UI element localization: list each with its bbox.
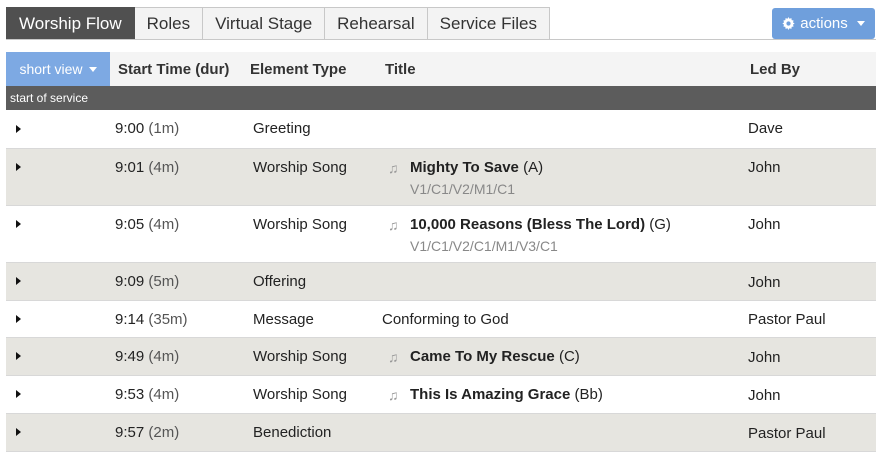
song-title-cell[interactable]: Mighty To Save (A) V1/C1/V2/M1/C1 [410,159,543,198]
song-arrangement: V1/C1/V2/C1/M1/V3/C1 [410,238,558,254]
element-title: Conforming to God [382,311,509,328]
header-start-time: Start Time (dur) [118,60,230,78]
led-by: John [748,216,781,233]
table-row[interactable]: 9:09 (5m) Offering John [6,263,876,301]
caret-right-icon[interactable] [16,390,21,398]
actions-label: actions [800,15,848,32]
song-arrangement: V1/C1/V2/M1/C1 [410,181,516,197]
song-title[interactable]: Came To My Rescue [410,348,555,365]
caret-right-icon[interactable] [16,220,21,228]
element-type: Greeting [253,120,311,137]
element-type: Benediction [253,424,332,441]
tabs-divider [6,39,876,40]
actions-button[interactable]: actions [772,8,875,39]
table-row[interactable]: 9:14 (35m) Message Conforming to God Pas… [6,301,876,338]
music-note-icon: ♫ [388,387,399,403]
caret-right-icon[interactable] [16,163,21,171]
section-header: start of service [6,86,876,110]
song-title[interactable]: 10,000 Reasons (Bless The Lord) [410,216,645,233]
song-key: (C) [558,348,580,365]
table-row[interactable]: 9:53 (4m) Worship Song ♫ This Is Amazing… [6,376,876,414]
chevron-down-icon [856,21,865,26]
led-by: Dave [748,120,784,137]
header-led-by: Led By [750,60,801,78]
element-type: Message [253,311,314,328]
gear-icon [782,17,795,30]
start-time: 9:49 (4m) [115,348,180,365]
tab-service-files[interactable]: Service Files [427,7,550,40]
song-key: (A) [523,159,544,176]
element-type: Worship Song [253,386,347,403]
element-type: Worship Song [253,159,347,176]
tab-virtual-stage[interactable]: Virtual Stage [203,7,326,40]
led-by: John [748,159,781,176]
header-title: Title [385,60,416,78]
table-row[interactable]: 9:49 (4m) Worship Song ♫ Came To My Resc… [6,338,876,376]
start-time: 9:53 (4m) [115,386,180,403]
led-by: Pastor Paul [748,425,826,442]
led-by: John [748,387,781,404]
short-view-label: short view [19,61,83,77]
tab-roles[interactable]: Roles [134,7,204,40]
tab-worship-flow[interactable]: Worship Flow [6,7,135,40]
table-row[interactable]: 9:00 (1m) Greeting Dave [6,110,876,149]
music-note-icon: ♫ [388,217,399,233]
short-view-dropdown[interactable]: short view [6,52,110,86]
start-time: 9:57 (2m) [115,424,180,441]
caret-right-icon[interactable] [16,315,21,323]
song-title-cell[interactable]: Came To My Rescue (C) [410,348,580,366]
table-header: short view Start Time (dur) Element Type… [6,52,876,86]
start-time: 9:14 (35m) [115,311,188,328]
led-by: Pastor Paul [748,311,826,328]
caret-right-icon[interactable] [16,428,21,436]
led-by: John [748,349,781,366]
element-type: Worship Song [253,216,347,233]
main-tabs: Worship Flow Roles Virtual Stage Rehears… [6,7,550,40]
start-time: 9:09 (5m) [115,273,180,290]
start-time: 9:05 (4m) [115,216,180,233]
song-key: (G) [649,216,671,233]
table-row[interactable]: 9:57 (2m) Benediction Pastor Paul [6,414,876,452]
caret-right-icon[interactable] [16,125,21,133]
song-title[interactable]: Mighty To Save [410,159,519,176]
chevron-down-icon [88,66,97,72]
song-title-cell[interactable]: This Is Amazing Grace (Bb) [410,386,603,404]
caret-right-icon[interactable] [16,352,21,360]
start-time: 9:01 (4m) [115,159,180,176]
song-key: (Bb) [574,386,603,403]
header-element-type: Element Type [250,60,347,78]
element-type: Offering [253,273,307,290]
tab-rehearsal[interactable]: Rehearsal [325,7,428,40]
music-note-icon: ♫ [388,349,399,365]
song-title-cell[interactable]: 10,000 Reasons (Bless The Lord) (G) V1/C… [410,216,671,255]
music-note-icon: ♫ [388,160,399,176]
table-row[interactable]: 9:05 (4m) Worship Song ♫ 10,000 Reasons … [6,206,876,263]
section-label: start of service [10,91,89,105]
table-row[interactable]: 9:01 (4m) Worship Song ♫ Mighty To Save … [6,149,876,206]
element-type: Worship Song [253,348,347,365]
start-time: 9:00 (1m) [115,120,180,137]
caret-right-icon[interactable] [16,277,21,285]
service-table: 9:00 (1m) Greeting Dave 9:01 (4m) Worshi… [6,110,876,452]
led-by: John [748,274,781,291]
song-title[interactable]: This Is Amazing Grace [410,386,570,403]
